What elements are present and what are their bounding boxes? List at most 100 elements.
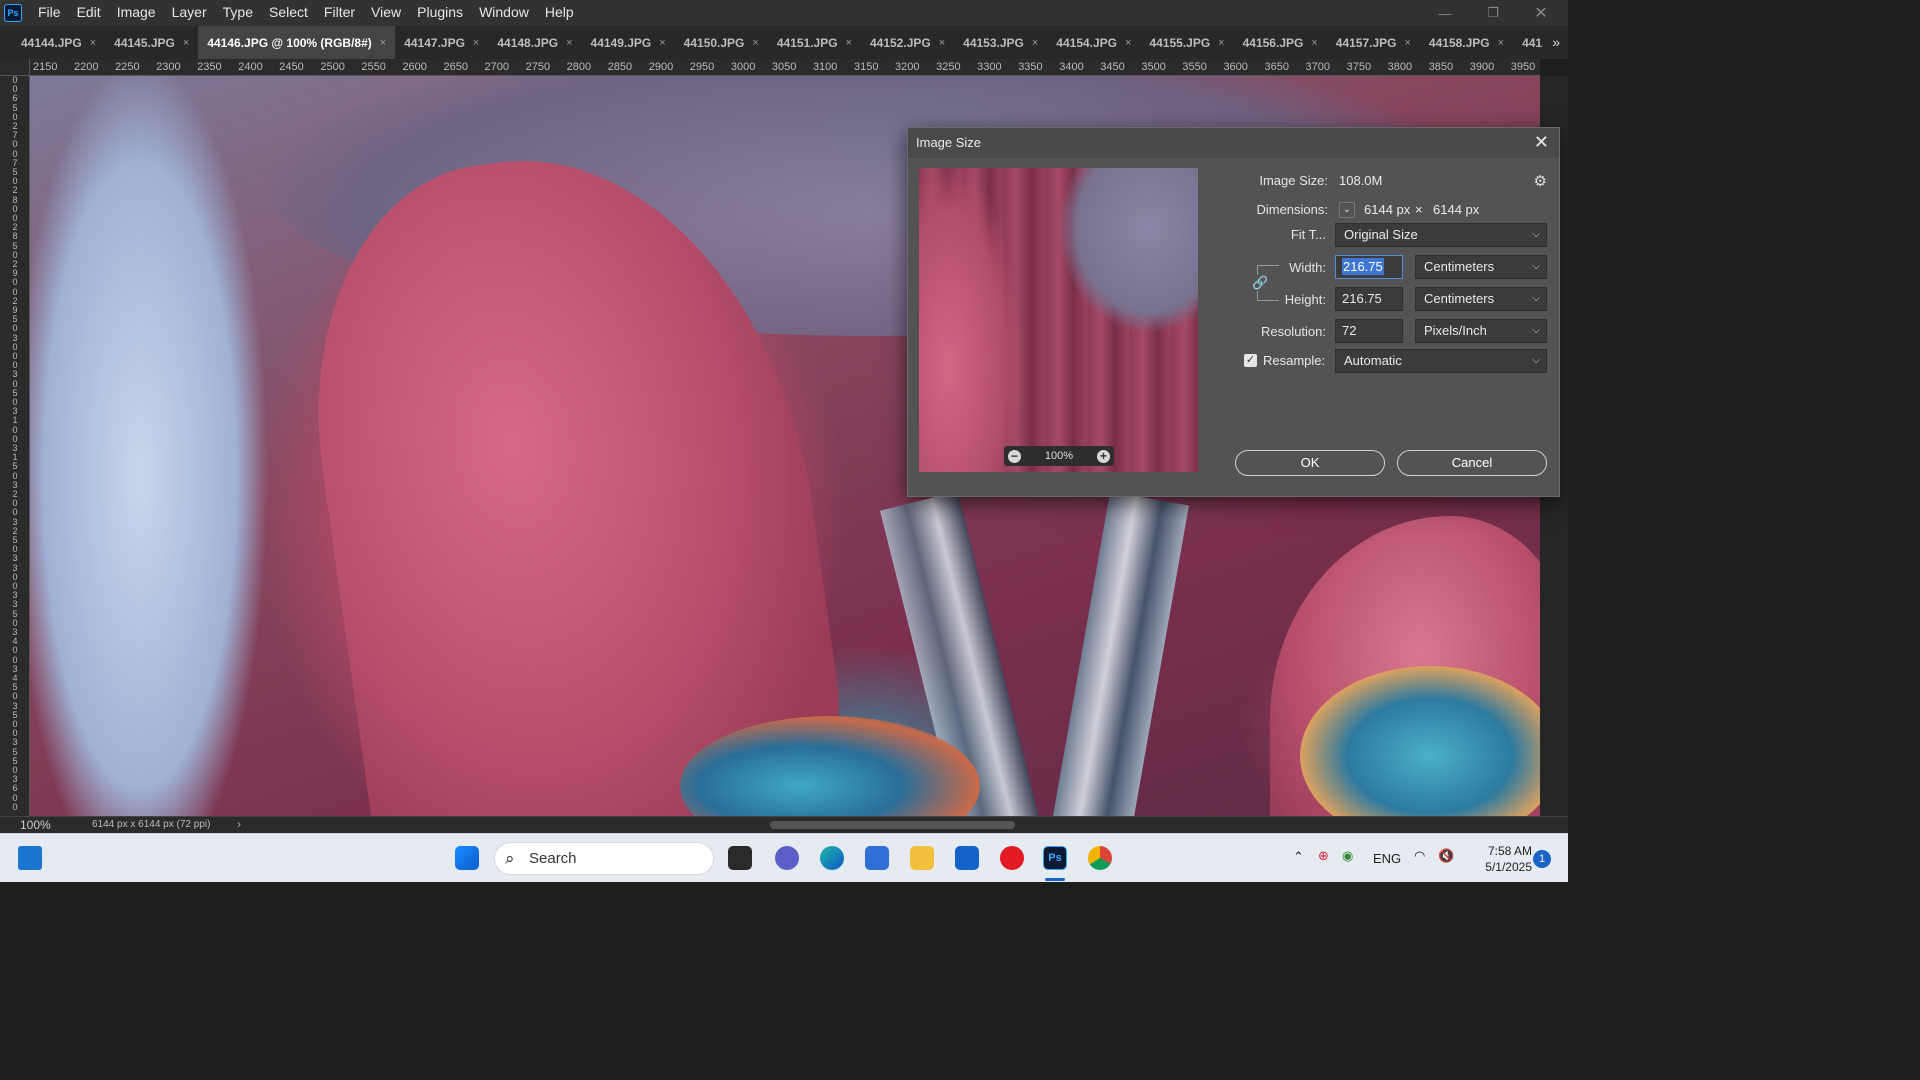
menu-select[interactable]: Select xyxy=(261,0,316,26)
tab-document[interactable]: 44153.JPG × xyxy=(954,26,1047,59)
dialog-close-icon[interactable]: ✕ xyxy=(1534,133,1549,151)
chrome-icon[interactable] xyxy=(1088,846,1112,870)
tab-close-icon[interactable]: × xyxy=(1032,37,1038,49)
tab-label: 44144.JPG xyxy=(21,35,82,50)
resolution-input[interactable]: 72 xyxy=(1335,319,1403,343)
tab-overflow-button[interactable]: » xyxy=(1552,26,1560,59)
constrain-proportions-link-icon[interactable]: 🔗 xyxy=(1252,275,1268,291)
close-window-button[interactable]: ✕ xyxy=(1518,0,1564,26)
ruler-tick-label: 3600 xyxy=(1223,61,1248,73)
menu-filter[interactable]: Filter xyxy=(316,0,363,26)
height-input[interactable]: 216.75 xyxy=(1335,287,1403,311)
menu-image[interactable]: Image xyxy=(109,0,164,26)
height-label: Height: xyxy=(1284,292,1326,307)
ruler-tick-label: 2700 xyxy=(484,61,510,73)
menu-view[interactable]: View xyxy=(363,0,409,26)
tab-label: 44146.JPG @ 100% (RGB/8#) xyxy=(207,35,372,50)
tab-close-icon[interactable]: × xyxy=(1125,37,1131,49)
fit-to-select[interactable]: Original Size ⌵ xyxy=(1335,223,1547,247)
tab-close-icon[interactable]: × xyxy=(846,37,852,49)
zoom-in-icon[interactable]: + xyxy=(1096,449,1110,463)
ruler-tick-label: 2800 xyxy=(566,61,592,73)
tray-overflow-icon[interactable]: ⌃ xyxy=(1293,849,1304,865)
menu-file[interactable]: File xyxy=(30,0,69,26)
tab-document[interactable]: 441 xyxy=(1513,26,1551,59)
tab-close-icon[interactable]: × xyxy=(1404,37,1410,49)
tab-document[interactable]: 44147.JPG × xyxy=(395,26,488,59)
menu-type[interactable]: Type xyxy=(215,0,261,26)
start-icon[interactable] xyxy=(455,846,479,870)
tab-active-document[interactable]: 44146.JPG @ 100% (RGB/8#) × xyxy=(198,26,396,59)
zoom-out-icon[interactable]: − xyxy=(1008,449,1021,463)
tab-document[interactable]: 44144.JPG × xyxy=(12,26,105,59)
task-view-icon[interactable] xyxy=(728,846,752,870)
menu-help[interactable]: Help xyxy=(537,0,582,26)
horizontal-ruler[interactable]: 2150 2200 2250 2300 2350 2400 2450 2500 2550 2600… xyxy=(30,59,1540,76)
notification-badge[interactable]: 1 xyxy=(1533,850,1551,868)
menu-edit[interactable]: Edit xyxy=(69,0,109,26)
cancel-button[interactable]: Cancel xyxy=(1397,450,1547,476)
width-input[interactable]: 216.75 xyxy=(1335,255,1403,279)
tab-document[interactable]: 44150.JPG × xyxy=(675,26,768,59)
taskbar-search[interactable]: ⌕ Search xyxy=(494,842,714,875)
teams-icon[interactable] xyxy=(775,846,799,870)
ruler-tick-label: 3150 xyxy=(854,61,879,73)
menu-window[interactable]: Window xyxy=(471,0,537,26)
resolution-unit-select[interactable]: Pixels/Inch ⌵ xyxy=(1415,319,1547,343)
tab-document[interactable]: 44152.JPG × xyxy=(861,26,954,59)
language-indicator[interactable]: ENG xyxy=(1373,851,1401,866)
minimize-button[interactable]: — xyxy=(1422,0,1468,26)
tab-document[interactable]: 44155.JPG × xyxy=(1140,26,1233,59)
tab-close-icon[interactable]: × xyxy=(1218,37,1224,49)
network-app-icon[interactable]: ◉ xyxy=(1342,848,1353,864)
ruler-origin[interactable] xyxy=(0,59,30,76)
tab-document[interactable]: 44148.JPG × xyxy=(488,26,581,59)
width-unit-select[interactable]: Centimeters ⌵ xyxy=(1415,255,1547,279)
tab-document[interactable]: 44158.JPG × xyxy=(1420,26,1513,59)
image-preview[interactable]: − 100% + xyxy=(919,168,1198,472)
tab-document[interactable]: 44151.JPG × xyxy=(768,26,861,59)
photoshop-taskbar-icon[interactable]: Ps xyxy=(1043,846,1067,870)
opera-icon[interactable] xyxy=(1000,846,1024,870)
file-explorer-icon[interactable] xyxy=(910,846,934,870)
tab-close-icon[interactable]: × xyxy=(183,37,189,49)
tab-close-icon[interactable]: × xyxy=(473,37,479,49)
chevron-down-icon: ⌵ xyxy=(1532,355,1540,366)
wifi-icon[interactable]: ◠ xyxy=(1414,848,1425,864)
width-label: Width: xyxy=(1289,260,1326,275)
tab-close-icon[interactable]: × xyxy=(1498,37,1504,49)
edge-icon[interactable] xyxy=(820,846,844,870)
horizontal-scrollbar-thumb[interactable] xyxy=(770,821,1015,829)
tab-close-icon[interactable]: × xyxy=(1311,37,1317,49)
vertical-ruler[interactable]: 0065027007502800285029002950300030503100… xyxy=(0,76,30,816)
tab-document[interactable]: 44154.JPG × xyxy=(1047,26,1140,59)
tab-document[interactable]: 44157.JPG × xyxy=(1327,26,1420,59)
resample-checkbox[interactable]: ✓ xyxy=(1244,354,1257,367)
height-unit-select[interactable]: Centimeters ⌵ xyxy=(1415,287,1547,311)
widgets-icon[interactable] xyxy=(18,846,42,870)
vpn-icon[interactable]: ⊕ xyxy=(1318,848,1329,864)
tab-close-icon[interactable]: × xyxy=(659,37,665,49)
tab-close-icon[interactable]: × xyxy=(752,37,758,49)
tab-document[interactable]: 44156.JPG × xyxy=(1234,26,1327,59)
restore-button[interactable]: ❐ xyxy=(1470,0,1516,26)
tab-document[interactable]: 44149.JPG × xyxy=(582,26,675,59)
dimensions-dropdown-icon[interactable]: ⌄ xyxy=(1339,202,1355,218)
menu-layer[interactable]: Layer xyxy=(164,0,215,26)
tab-close-icon[interactable]: × xyxy=(380,37,386,49)
snipping-tool-icon[interactable] xyxy=(865,846,889,870)
zoom-level[interactable]: 100% xyxy=(20,818,51,832)
menu-plugins[interactable]: Plugins xyxy=(409,0,471,26)
settings-gear-icon[interactable]: ⚙ xyxy=(1534,172,1547,190)
resolution-unit-value: Pixels/Inch xyxy=(1424,323,1487,338)
taskbar-clock[interactable]: 7:58 AM 5/1/2025 xyxy=(1470,843,1532,875)
store-icon[interactable] xyxy=(955,846,979,870)
tab-document[interactable]: 44145.JPG × xyxy=(105,26,198,59)
tab-close-icon[interactable]: × xyxy=(90,37,96,49)
ok-button[interactable]: OK xyxy=(1235,450,1385,476)
status-menu-arrow[interactable]: › xyxy=(237,817,241,831)
resample-select[interactable]: Automatic ⌵ xyxy=(1335,349,1547,373)
volume-muted-icon[interactable]: 🔇 xyxy=(1438,848,1454,864)
tab-close-icon[interactable]: × xyxy=(939,37,945,49)
tab-close-icon[interactable]: × xyxy=(566,37,572,49)
